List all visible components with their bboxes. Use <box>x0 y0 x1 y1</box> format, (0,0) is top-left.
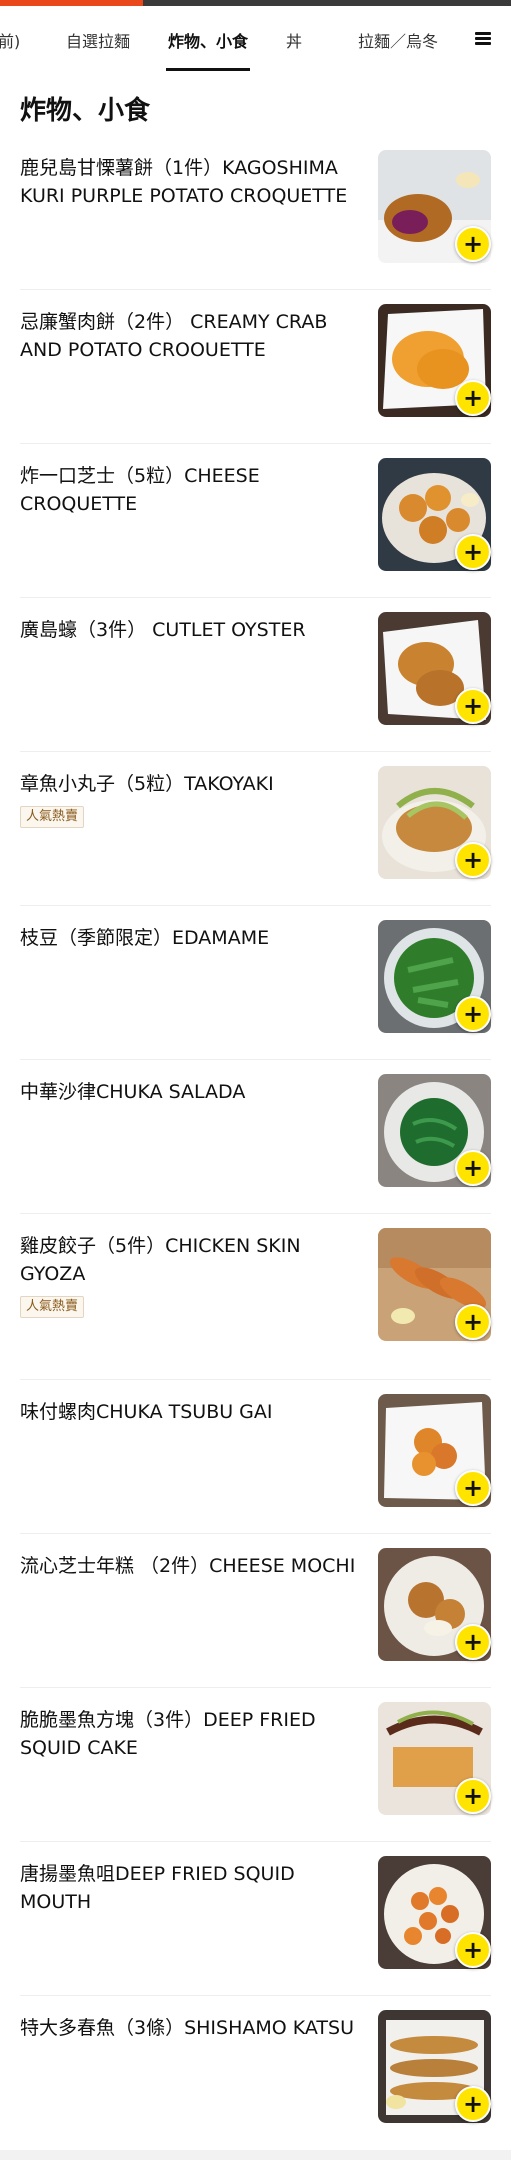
tab-donburi[interactable]: 丼 <box>286 28 302 52</box>
add-to-cart-button[interactable]: + <box>455 380 491 416</box>
menu-item[interactable]: 特大多春魚（3條）SHISHAMO KATSU + <box>0 1996 511 2150</box>
menu-item-title: 廣島蠔（3件） CUTLET OYSTER <box>20 619 306 641</box>
add-to-cart-button[interactable]: + <box>455 996 491 1032</box>
menu-item-title: 味付螺肉CHUKA TSUBU GAI <box>20 1401 273 1423</box>
menu-item-title: 流心芝士年糕 （2件）CHEESE MOCHI <box>20 1555 356 1577</box>
add-to-cart-button[interactable]: + <box>455 1150 491 1186</box>
menu-item-title: 章魚小丸子（5粒）TAKOYAKI <box>20 773 274 795</box>
add-to-cart-button[interactable]: + <box>455 1624 491 1660</box>
section-title: 炸物、小食 <box>20 96 151 126</box>
menu-item-title: 中華沙律CHUKA SALADA <box>20 1081 246 1103</box>
add-to-cart-button[interactable]: + <box>455 534 491 570</box>
add-to-cart-button[interactable]: + <box>455 2086 491 2122</box>
tab-ramen-udon[interactable]: 拉麵／烏冬 <box>358 28 438 52</box>
menu-item-title: 唐揚墨魚咀DEEP FRIED SQUID MOUTH <box>20 1863 295 1913</box>
menu-item[interactable]: 雞皮餃子（5件）CHICKEN SKIN GYOZA 人氣熱賣 + <box>0 1214 511 1380</box>
popular-badge: 人氣熱賣 <box>20 1296 85 1318</box>
add-to-cart-button[interactable]: + <box>455 1932 491 1968</box>
menu-item[interactable]: 廣島蠔（3件） CUTLET OYSTER + <box>0 598 511 752</box>
tab-previous[interactable]: 前) <box>0 28 20 52</box>
add-to-cart-button[interactable]: + <box>455 1304 491 1340</box>
menu-item[interactable]: 流心芝士年糕 （2件）CHEESE MOCHI + <box>0 1534 511 1688</box>
add-to-cart-button[interactable]: + <box>455 842 491 878</box>
menu-item[interactable]: 章魚小丸子（5粒）TAKOYAKI 人氣熱賣 + <box>0 752 511 906</box>
tab-custom-ramen[interactable]: 自選拉麵 <box>66 28 130 52</box>
menu-item-title: 雞皮餃子（5件）CHICKEN SKIN GYOZA <box>20 1235 301 1285</box>
tab-fried-snacks[interactable]: 炸物、小食 <box>168 28 248 52</box>
menu-item[interactable]: 脆脆墨魚方塊（3件）DEEP FRIED SQUID CAKE + <box>0 1688 511 1842</box>
menu-item-title: 鹿兒島甘慄薯餅（1件）KAGOSHIMA KURI PURPLE POTATO … <box>20 157 348 207</box>
menu-item[interactable]: 忌廉蟹肉餅（2件） CREAMY CRAB AND POTATO CROOUET… <box>0 290 511 444</box>
menu-item[interactable]: 炸一口芝士（5粒）CHEESE CROQUETTE + <box>0 444 511 598</box>
menu-item[interactable]: 枝豆（季節限定）EDAMAME + <box>0 906 511 1060</box>
hamburger-menu-icon[interactable] <box>475 32 491 46</box>
menu-item-title: 特大多春魚（3條）SHISHAMO KATSU <box>20 2017 354 2039</box>
add-to-cart-button[interactable]: + <box>455 1778 491 1814</box>
active-tab-indicator <box>166 68 250 71</box>
menu-item[interactable]: 唐揚墨魚咀DEEP FRIED SQUID MOUTH + <box>0 1842 511 1996</box>
bottom-edge <box>0 2150 511 2160</box>
menu-item[interactable]: 味付螺肉CHUKA TSUBU GAI + <box>0 1380 511 1534</box>
add-to-cart-button[interactable]: + <box>455 226 491 262</box>
menu-item-title: 忌廉蟹肉餅（2件） CREAMY CRAB AND POTATO CROOUET… <box>20 311 328 361</box>
category-tab-bar: 前) 自選拉麵 炸物、小食 丼 拉麵／烏冬 <box>0 6 511 71</box>
menu-item[interactable]: 中華沙律CHUKA SALADA + <box>0 1060 511 1214</box>
menu-item-title: 炸一口芝士（5粒）CHEESE CROQUETTE <box>20 465 260 515</box>
popular-badge: 人氣熱賣 <box>20 806 85 828</box>
menu-item-title: 脆脆墨魚方塊（3件）DEEP FRIED SQUID CAKE <box>20 1709 316 1759</box>
add-to-cart-button[interactable]: + <box>455 688 491 724</box>
add-to-cart-button[interactable]: + <box>455 1470 491 1506</box>
menu-item-title: 枝豆（季節限定）EDAMAME <box>20 927 270 949</box>
menu-item[interactable]: 鹿兒島甘慄薯餅（1件）KAGOSHIMA KURI PURPLE POTATO … <box>0 136 511 290</box>
